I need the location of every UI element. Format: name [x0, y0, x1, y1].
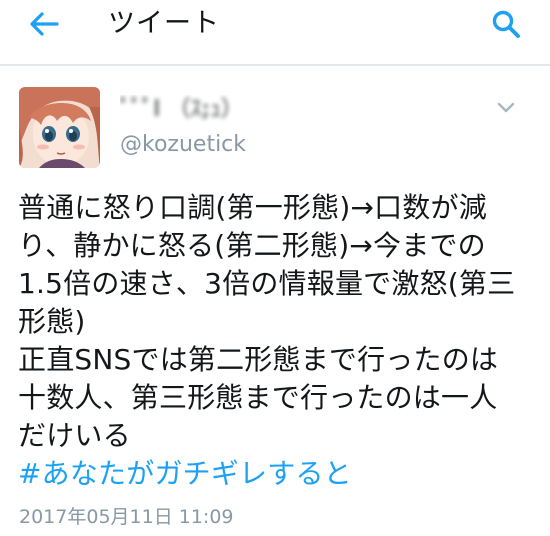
author-avatar[interactable]	[19, 87, 100, 168]
author-display-name-text: ﾟﾟﾟl （ｽ;ｭ）	[120, 97, 243, 122]
tweet-timestamp: 2017年05月11日 11:09	[19, 506, 234, 528]
tweet-text-line: り、静かに怒る(第二形態)→今までの	[18, 229, 486, 262]
anime-girl-avatar	[19, 87, 100, 168]
tweet-text-line: 形態)	[18, 305, 86, 338]
tweet-text-line: 普通に怒り口調(第一形態)→口数が減	[18, 191, 487, 224]
page-title: ツイート	[108, 8, 220, 39]
top-app-bar: ツイート	[0, 0, 550, 64]
tweet-text-line: 十数人、第三形態まで行ったのは一人	[18, 381, 498, 414]
tweet-text-line: 正直SNSでは第二形態まで行ったのは	[18, 343, 499, 376]
tweet-menu-button[interactable]	[494, 96, 518, 120]
tweet-text-line: だけいる	[18, 419, 131, 452]
author-display-name[interactable]: ﾟﾟﾟl （ｽ;ｭ）	[120, 95, 290, 125]
chevron-down-icon	[497, 102, 515, 113]
header-divider	[0, 64, 550, 66]
arrow-left-icon	[30, 12, 59, 36]
author-handle[interactable]: @kozuetick	[120, 130, 246, 160]
tweet-text-line: 1.5倍の速さ、3倍の情報量で激怒(第三	[18, 267, 516, 300]
tweet-text: 普通に怒り口調(第一形態)→口数が減 り、静かに怒る(第二形態)→今までの 1.…	[18, 189, 538, 493]
search-icon	[492, 10, 520, 38]
hashtag-link[interactable]: #あなたがガチギレすると	[18, 455, 538, 493]
tweet-detail-screen: ツイート ﾟﾟﾟl （ｽ;ｭ） @kozuetick 普通に怒り口調(第一形態)…	[0, 0, 550, 536]
search-button[interactable]	[484, 6, 528, 42]
back-button[interactable]	[22, 10, 66, 38]
